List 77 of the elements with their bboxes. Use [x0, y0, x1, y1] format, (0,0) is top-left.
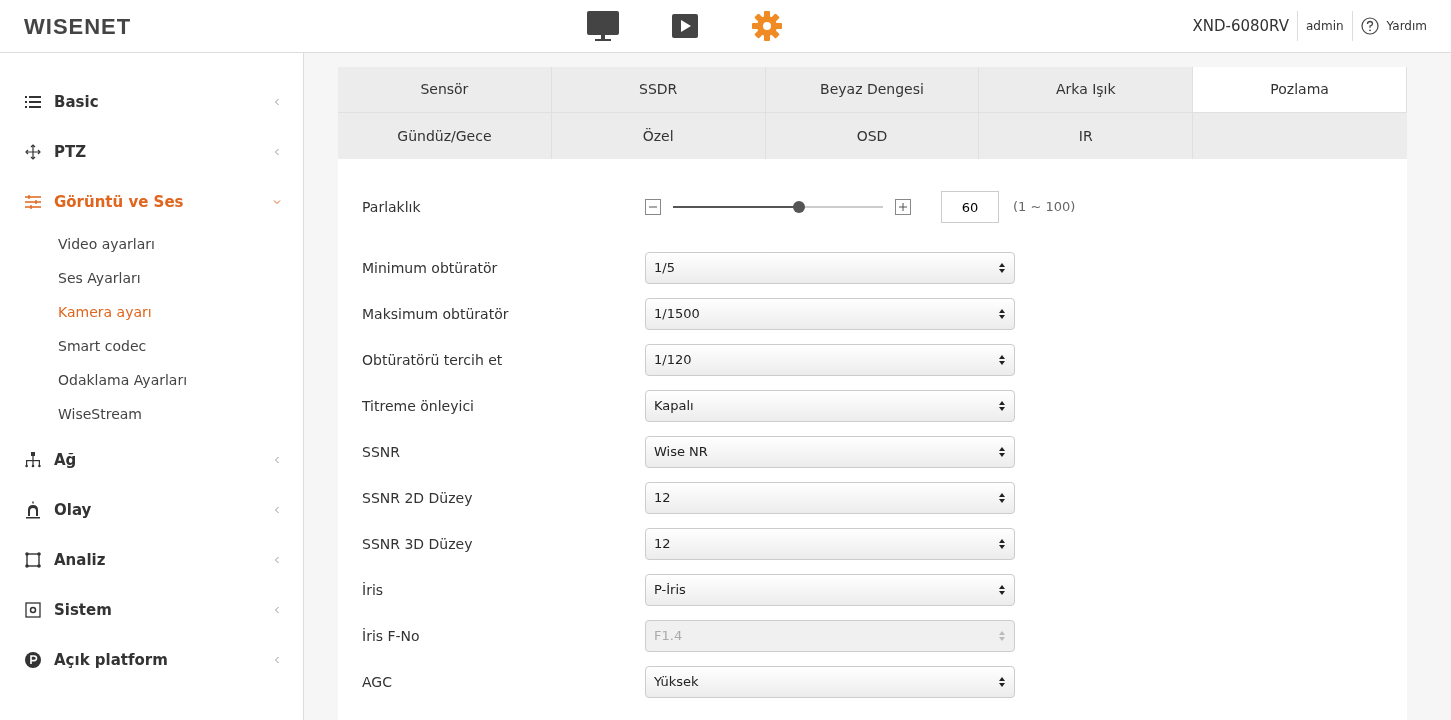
- dropdown[interactable]: 1/120: [645, 344, 1015, 376]
- sidebar-item[interactable]: Olay: [0, 485, 303, 535]
- sidebar-item[interactable]: PTZ: [0, 127, 303, 177]
- chevron-left-icon: [273, 606, 281, 614]
- setting-label: Minimum obtüratör: [362, 258, 499, 278]
- sidebar-item[interactable]: Basic: [0, 77, 303, 127]
- setting-label: İris: [362, 580, 385, 600]
- updown-icon: [998, 492, 1006, 504]
- gear-icon[interactable]: [750, 9, 785, 43]
- setting-label: SSNR 2D Düzey: [362, 488, 474, 508]
- tab[interactable]: Sensör: [338, 67, 552, 113]
- logo: WISENET: [24, 12, 132, 41]
- setting-label: Maksimum obtüratör: [362, 304, 510, 324]
- sliders-icon: [24, 193, 42, 211]
- setting-label: İris F-No: [362, 626, 421, 646]
- updown-icon: [998, 446, 1006, 458]
- sidebar-item[interactable]: Ağ: [0, 435, 303, 485]
- move-icon: [24, 143, 42, 161]
- chevron-left-icon: [273, 556, 281, 564]
- model-name: XND-6080RV: [1192, 15, 1289, 37]
- updown-icon: [998, 400, 1006, 412]
- submenu-item[interactable]: Kamera ayarı: [58, 295, 303, 329]
- updown-icon: [998, 354, 1006, 366]
- frame-icon: [24, 551, 42, 569]
- updown-icon: [998, 262, 1006, 274]
- chevron-left-icon: [273, 506, 281, 514]
- dropdown[interactable]: 12: [645, 482, 1015, 514]
- chevron-left-icon: [273, 456, 281, 464]
- tab[interactable]: Pozlama: [1193, 67, 1407, 113]
- range-hint: (1 ~ 100): [1013, 198, 1076, 217]
- plus-icon: [898, 202, 908, 212]
- tab[interactable]: SSDR: [551, 67, 766, 113]
- dropdown[interactable]: Kapalı: [645, 390, 1015, 422]
- dropdown[interactable]: 1/5: [645, 252, 1015, 284]
- minus-button[interactable]: [645, 199, 661, 215]
- setting-label: Titreme önleyici: [362, 396, 475, 416]
- submenu-item[interactable]: Video ayarları: [58, 227, 303, 261]
- system-icon: [24, 601, 42, 619]
- user-name: admin: [1306, 18, 1344, 35]
- sidebar-item[interactable]: Sistem: [0, 585, 303, 635]
- dropdown[interactable]: Yüksek: [645, 666, 1015, 698]
- updown-icon: [998, 676, 1006, 688]
- chevron-down-icon: [273, 198, 281, 206]
- value-field[interactable]: 60: [941, 191, 999, 223]
- submenu-item[interactable]: Odaklama Ayarları: [58, 363, 303, 397]
- setting-label: SSNR: [362, 442, 401, 462]
- updown-icon: [998, 584, 1006, 596]
- updown-icon: [998, 308, 1006, 320]
- tab[interactable]: Arka Işık: [979, 67, 1194, 113]
- submenu-item[interactable]: Ses Ayarları: [58, 261, 303, 295]
- submenu-item[interactable]: Smart codec: [58, 329, 303, 363]
- list-icon: [24, 93, 42, 111]
- help-link[interactable]: Yardım: [1386, 17, 1427, 35]
- slider-thumb[interactable]: [793, 201, 805, 213]
- submenu-item[interactable]: WiseStream: [58, 397, 303, 431]
- setting-label: Obtüratörü tercih et: [362, 350, 504, 370]
- dropdown[interactable]: 12: [645, 528, 1015, 560]
- tab[interactable]: Beyaz Dengesi: [765, 67, 980, 113]
- sidebar-item[interactable]: Açık platform: [0, 635, 303, 685]
- chevron-left-icon: [273, 98, 281, 106]
- network-icon: [24, 451, 42, 469]
- chevron-left-icon: [273, 148, 281, 156]
- plus-button[interactable]: [895, 199, 911, 215]
- dropdown[interactable]: Wise NR: [645, 436, 1015, 468]
- setting-label: SSNR 3D Düzey: [362, 534, 474, 554]
- monitor-icon[interactable]: [586, 9, 621, 43]
- alarm-icon: [24, 501, 42, 519]
- dropdown[interactable]: 1/1500: [645, 298, 1015, 330]
- updown-icon: [998, 538, 1006, 550]
- dropdown[interactable]: P-İris: [645, 574, 1015, 606]
- updown-icon: [998, 630, 1006, 642]
- setting-label: Parlaklık: [362, 197, 422, 217]
- help-icon: [1360, 17, 1379, 35]
- setting-label: AGC: [362, 672, 393, 692]
- sidebar-item[interactable]: Analiz: [0, 535, 303, 585]
- platform-icon: [24, 651, 42, 669]
- chevron-left-icon: [273, 656, 281, 664]
